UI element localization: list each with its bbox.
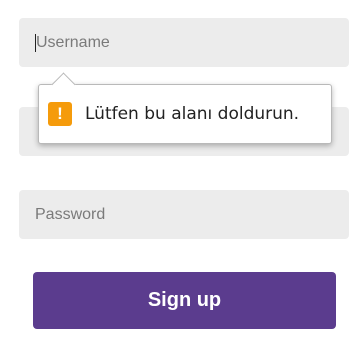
password-field[interactable]: Password [19, 190, 349, 239]
signup-button-label: Sign up [147, 289, 222, 311]
validation-message: Lütfen bu alanı doldurun. [85, 104, 300, 124]
warning-icon: ! [48, 102, 72, 126]
signup-button[interactable]: Sign up [33, 272, 336, 329]
username-placeholder: Username [36, 33, 110, 51]
password-placeholder: Password [35, 205, 106, 223]
username-field[interactable]: Username [19, 18, 349, 67]
validation-tooltip: ! Lütfen bu alanı doldurun. [38, 72, 332, 144]
tooltip-arrow [51, 72, 76, 97]
